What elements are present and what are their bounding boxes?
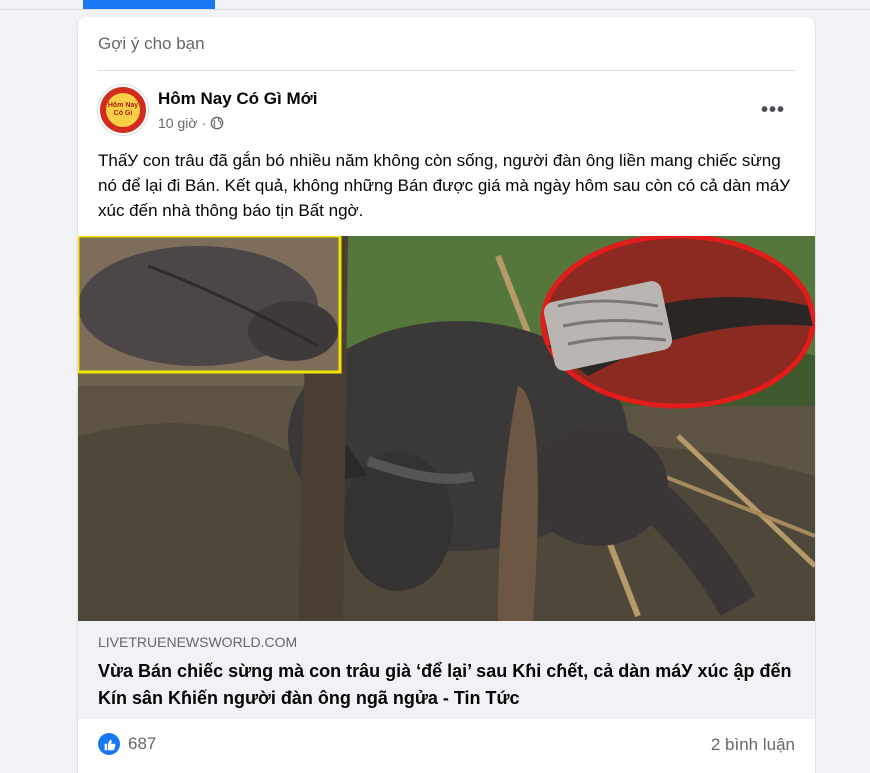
more-options-icon[interactable]: ••• <box>761 99 785 122</box>
link-domain: LIVETRUENEWSWORLD.COM <box>98 634 298 650</box>
like-icon <box>98 733 120 755</box>
globe-icon <box>210 116 224 130</box>
post-time[interactable]: 10 giờ <box>158 115 198 131</box>
active-tab-indicator <box>83 0 215 9</box>
top-divider <box>0 9 870 10</box>
section-title: Gợi ý cho bạn <box>98 34 205 53</box>
avatar-logo: Hôm Nay Có Gì <box>106 93 140 127</box>
reaction-count: 687 <box>128 734 157 753</box>
post-body-text: ThấУ con trâu đã gắn bó nhiều năm không … <box>98 151 791 220</box>
reactions-summary[interactable]: 687 <box>98 733 156 755</box>
link-title[interactable]: Vừa Bán chiếc sừng mà con trâu già ‘để l… <box>98 658 798 712</box>
post-meta: 10 giờ · <box>158 115 224 131</box>
page-avatar[interactable]: Hôm Nay Có Gì <box>98 85 148 135</box>
avatar-logo-text: Hôm Nay Có Gì <box>107 102 139 117</box>
page-name-link[interactable]: Hôm Nay Có Gì Mới <box>158 89 317 109</box>
suggested-post-card: Gợi ý cho bạn Hôm Nay Có Gì Hôm Nay Có G… <box>78 17 815 773</box>
header-divider <box>98 70 795 71</box>
post-image[interactable] <box>78 236 815 621</box>
comments-count[interactable]: 2 bình luận <box>711 735 795 755</box>
buffalo-photo-illustration <box>78 236 815 621</box>
meta-separator: · <box>201 115 207 131</box>
